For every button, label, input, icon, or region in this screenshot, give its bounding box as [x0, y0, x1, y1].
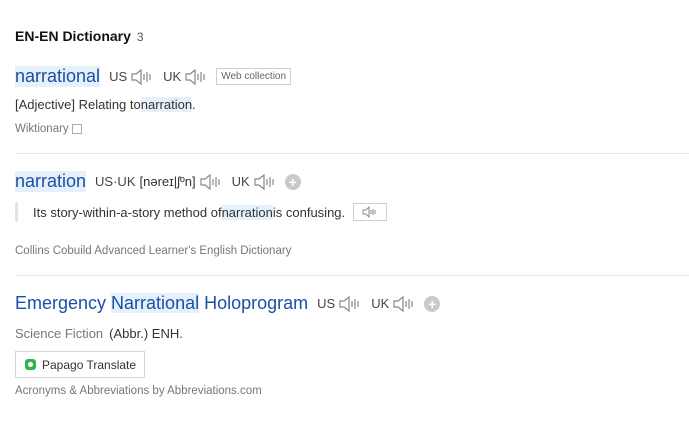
- divider: [15, 153, 689, 154]
- plus-icon[interactable]: +: [284, 173, 301, 190]
- definition: Science Fiction (Abbr.) ENH.: [15, 326, 183, 341]
- headword-prefix: Emergency: [15, 293, 112, 313]
- headword-highlight: Narrational: [111, 293, 200, 313]
- category-label: Science Fiction: [15, 326, 104, 341]
- speaker-icon[interactable]: [253, 173, 277, 191]
- divider: [15, 275, 689, 276]
- definition-text: [Adjective] Relating to: [15, 97, 141, 112]
- entry-narration-headline: narration US·UK [nəreɪ|ʃºn] UK +: [15, 171, 301, 192]
- source-link[interactable]: Collins Cobuild Advanced Learner's Engli…: [15, 245, 291, 257]
- uk-label: UK: [163, 69, 182, 84]
- definition-text: (Abbr.) ENH.: [109, 326, 183, 341]
- example-speaker-button[interactable]: [353, 203, 388, 221]
- headword-suffix: Holoprogram: [199, 293, 309, 313]
- definition-suffix: .: [192, 97, 196, 112]
- example-suffix: is confusing.: [272, 204, 346, 220]
- uk-label: UK: [371, 296, 390, 311]
- headword-link[interactable]: narration: [15, 171, 87, 192]
- plus-icon[interactable]: +: [424, 295, 441, 312]
- headword-link[interactable]: narrational: [15, 66, 101, 87]
- us-label: US: [109, 69, 128, 84]
- web-collection-tag[interactable]: Web collection: [216, 68, 292, 85]
- speaker-icon[interactable]: [199, 173, 223, 191]
- example-sentence: Its story-within-a-story method of narra…: [15, 202, 388, 222]
- speaker-icon[interactable]: [130, 68, 154, 86]
- definition: [Adjective] Relating to narration.: [15, 97, 196, 112]
- source-line: Collins Cobuild Advanced Learner's Engli…: [15, 245, 291, 257]
- entry-enh-headline: Emergency Narrational Holoprogram US UK …: [15, 293, 441, 314]
- definition-highlight: narration: [140, 97, 193, 112]
- us-label: US: [317, 296, 336, 311]
- example-highlight: narration: [221, 204, 273, 220]
- section-title: EN-EN Dictionary: [15, 28, 131, 44]
- papago-translate-button[interactable]: Papago Translate: [15, 351, 145, 378]
- pronunciation: [nəreɪ|ʃºn]: [139, 174, 196, 189]
- uk-label: UK: [231, 174, 250, 189]
- speaker-icon[interactable]: [338, 295, 362, 313]
- speaker-icon[interactable]: [392, 295, 416, 313]
- speaker-icon[interactable]: [184, 68, 208, 86]
- us-uk-label: US·UK: [95, 174, 136, 189]
- entry-narrational-headline: narrational US UK Web collection: [15, 66, 292, 87]
- example-text: Its story-within-a-story method of: [33, 204, 222, 220]
- papago-label: Papago Translate: [42, 357, 137, 372]
- external-link-icon[interactable]: [71, 124, 82, 134]
- section-header: EN-EN Dictionary 3: [15, 28, 144, 44]
- result-count: 3: [136, 30, 144, 44]
- source-link[interactable]: Wiktionary: [15, 123, 69, 135]
- source-line: Acronyms & Abbreviations by Abbreviation…: [15, 385, 262, 397]
- source-link[interactable]: Acronyms & Abbreviations by Abbreviation…: [15, 385, 262, 397]
- headword-link[interactable]: Emergency Narrational Holoprogram: [15, 293, 308, 314]
- papago-icon: [25, 359, 36, 370]
- source-line: Wiktionary: [15, 123, 82, 135]
